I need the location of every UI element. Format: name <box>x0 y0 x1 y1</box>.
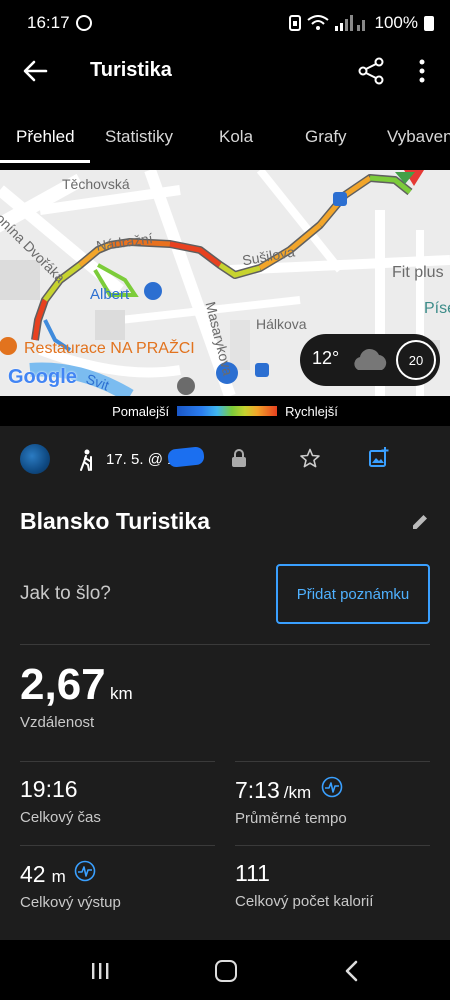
pace-legend: Pomalejší Rychlejší <box>0 396 450 426</box>
active-tab-indicator <box>0 160 90 163</box>
back-arrow-icon[interactable] <box>22 58 48 84</box>
divider <box>20 845 215 846</box>
app-bar: Turistika <box>0 46 450 96</box>
stat-unit: /km <box>283 783 312 802</box>
tab-statistics[interactable]: Statistiky <box>105 127 173 147</box>
more-options-icon[interactable] <box>414 57 430 85</box>
star-icon[interactable] <box>300 448 320 468</box>
tab-charts[interactable]: Grafy <box>305 127 347 147</box>
tab-equipment[interactable]: Vybaven <box>387 127 450 147</box>
avatar[interactable] <box>20 444 50 474</box>
map-label-poi: Albert <box>90 286 130 303</box>
wind-indicator: 20 <box>396 340 436 380</box>
stat-label: Průměrné tempo <box>235 810 347 827</box>
cloud-icon <box>354 348 387 370</box>
tab-laps[interactable]: Kola <box>219 127 253 147</box>
system-nav-bar <box>0 940 450 1000</box>
add-note-button[interactable]: Přidat poznámku <box>276 564 430 624</box>
tab-overview[interactable]: Přehled <box>16 127 75 147</box>
divider <box>20 761 215 762</box>
pulse-icon[interactable] <box>321 776 343 798</box>
stat-total-time: 19:16 Celkový čas <box>20 776 101 826</box>
home-icon[interactable] <box>215 960 237 982</box>
lock-icon[interactable] <box>231 449 247 467</box>
divider <box>20 644 430 645</box>
stat-value: 7:13 <box>235 777 280 803</box>
weather-badge[interactable]: 12° 20 <box>300 334 440 386</box>
hiking-icon <box>80 449 92 471</box>
legend-slower: Pomalejší <box>112 403 170 419</box>
wifi-icon <box>306 15 329 31</box>
stat-avg-pace[interactable]: 7:13 /km Průměrné tempo <box>235 776 347 827</box>
page-title: Turistika <box>90 59 172 81</box>
status-bar: 16:17 100% <box>0 0 450 46</box>
recent-apps-icon[interactable] <box>90 962 110 980</box>
weather-temperature: 12° <box>312 348 340 368</box>
distance-value: 2,67 <box>20 660 106 709</box>
route-map[interactable]: Těchovská onína Dvořáka Nádražní Sušilov… <box>0 170 450 396</box>
signal-icon <box>334 15 369 31</box>
edit-pencil-icon[interactable] <box>410 512 430 532</box>
activity-date: 17. 5. @ 1 <box>106 451 176 468</box>
google-logo: Google <box>8 366 77 388</box>
share-icon[interactable] <box>358 57 384 85</box>
distance-unit: km <box>110 684 133 703</box>
map-label-poi: Písečná <box>424 300 450 317</box>
stat-label: Celkový výstup <box>20 894 121 911</box>
status-time: 16:17 <box>27 13 70 32</box>
battery-text: 100% <box>374 13 418 32</box>
activity-meta-row: 17. 5. @ 1 <box>0 444 450 476</box>
map-label-street: Těchovská <box>62 176 130 192</box>
distance-label: Vzdálenost <box>20 714 95 731</box>
add-photo-icon[interactable] <box>369 447 389 467</box>
divider <box>235 845 430 846</box>
activity-details: 17. 5. @ 1 Blansko Turistika Jak to šlo?… <box>0 426 450 940</box>
redaction-mark <box>167 446 205 468</box>
stat-value: 111 <box>235 860 270 886</box>
stat-value: 19:16 <box>20 776 78 802</box>
whatsapp-icon <box>75 15 92 31</box>
battery-icon <box>424 15 434 31</box>
stat-label: Celkový počet kalorií <box>235 893 374 910</box>
how-it-went-label: Jak to šlo? <box>20 583 111 604</box>
stat-label: Celkový čas <box>20 809 101 826</box>
stat-total-ascent[interactable]: 42 m Celkový výstup <box>20 860 121 911</box>
legend-faster: Rychlejší <box>285 403 338 419</box>
pulse-icon[interactable] <box>74 860 96 882</box>
status-icons: 100% <box>288 13 434 33</box>
stat-unit: m <box>51 867 66 886</box>
sim-icon <box>288 15 301 31</box>
stat-calories: 111 Celkový počet kalorií <box>235 860 373 910</box>
stat-value: 42 <box>20 861 46 887</box>
nav-back-icon[interactable] <box>344 960 358 982</box>
legend-gradient <box>177 406 278 416</box>
divider <box>235 761 430 762</box>
activity-title: Blansko Turistika <box>20 508 211 534</box>
map-label-street: Hálkova <box>256 316 307 332</box>
map-label-poi: Restaurace NA PRAŽCI <box>24 340 195 357</box>
map-label-poi: Fit plus <box>392 264 444 281</box>
